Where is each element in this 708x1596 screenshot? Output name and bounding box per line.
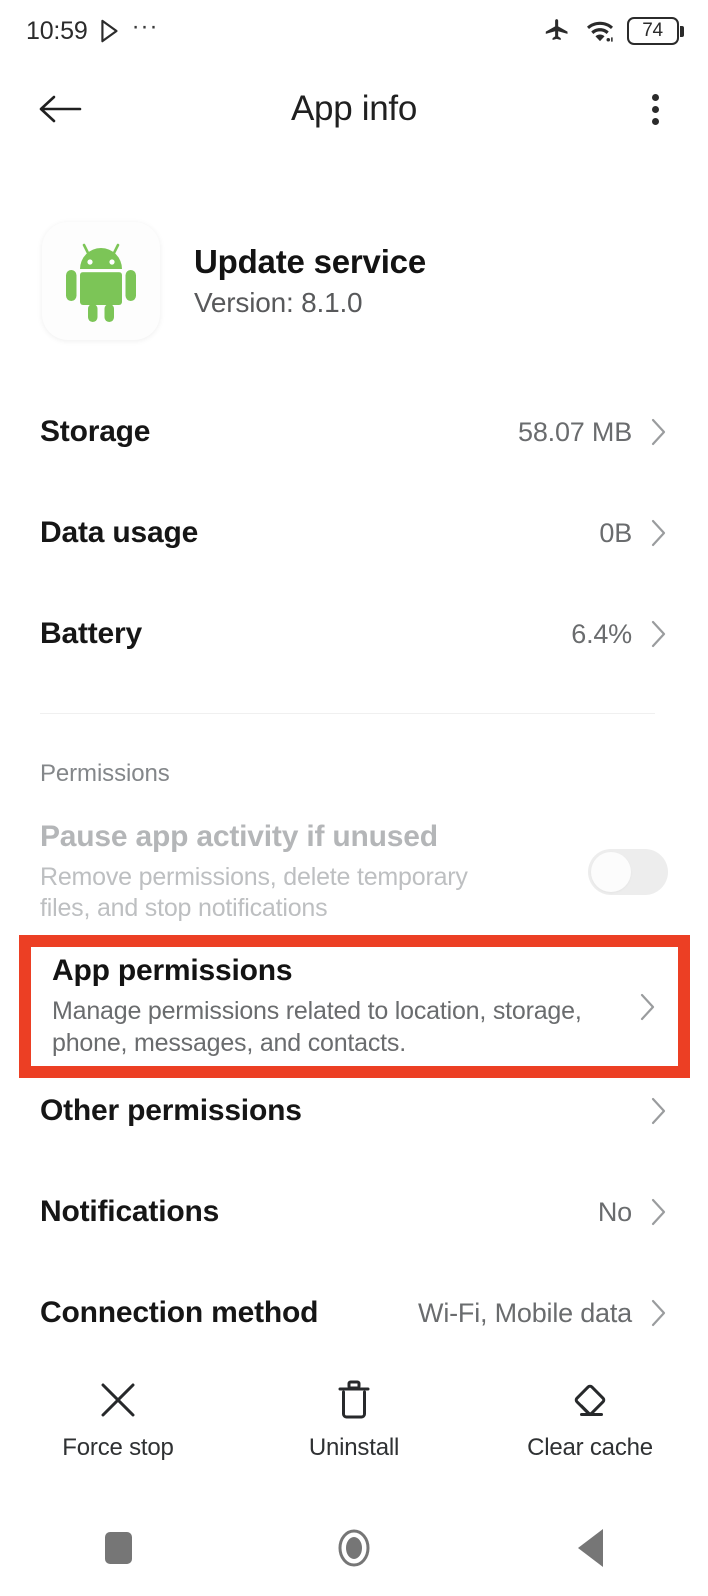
app-permissions-text: App permissions Manage permissions relat… <box>52 954 639 1059</box>
pause-app-activity-toggle[interactable] <box>588 849 668 895</box>
row-value: 58.07 MB <box>518 416 632 447</box>
row-value: Wi-Fi, Mobile data <box>418 1297 632 1328</box>
airplane-mode-icon <box>545 19 567 40</box>
back-arrow-icon <box>39 95 82 123</box>
row-pause-app-activity[interactable]: Pause app activity if unused Remove perm… <box>0 812 708 932</box>
back-button[interactable] <box>30 79 90 139</box>
status-bar-clock: 10:59 <box>26 16 88 45</box>
battery-level-text: 74 <box>642 20 663 41</box>
row-storage[interactable]: Storage 58.07 MB <box>0 404 708 460</box>
permissions-section-label: Permissions <box>40 760 170 787</box>
overflow-menu-button[interactable] <box>630 79 680 139</box>
square-icon <box>104 1532 132 1564</box>
row-title: Data usage <box>40 516 199 549</box>
section-divider <box>40 713 655 714</box>
chevron-right-icon <box>651 1198 666 1226</box>
app-permissions-title: App permissions <box>52 954 293 987</box>
trash-icon <box>338 1380 370 1419</box>
action-bar: Force stop Uninstall Clear cache <box>0 1378 708 1478</box>
notification-overflow-dots: ··· <box>131 13 159 40</box>
uninstall-button[interactable]: Uninstall <box>236 1378 472 1478</box>
nav-home-button[interactable] <box>236 1527 472 1569</box>
circle-icon <box>338 1529 370 1567</box>
chevron-right-icon <box>651 620 666 648</box>
app-permissions-subtitle: Manage permissions related to location, … <box>52 997 582 1057</box>
battery-tip <box>680 25 684 37</box>
row-app-permissions[interactable]: App permissions Manage permissions relat… <box>31 947 678 1066</box>
triangle-back-icon <box>577 1529 603 1567</box>
chevron-right-icon <box>651 418 666 446</box>
status-bar-right: 74 <box>541 17 684 45</box>
overflow-dot <box>651 117 659 125</box>
row-data-usage[interactable]: Data usage 0B <box>0 505 708 561</box>
page-title: App info <box>290 89 418 128</box>
battery-indicator: 74 <box>626 17 684 45</box>
android-robot-icon <box>66 243 136 322</box>
action-label: Clear cache <box>527 1434 653 1461</box>
app-name: Update service <box>194 243 426 280</box>
navigation-bar <box>0 1500 708 1596</box>
play-store-icon <box>100 19 118 43</box>
row-value: 0B <box>599 517 632 548</box>
app-permissions-highlight-box: App permissions Manage permissions relat… <box>19 935 690 1078</box>
chevron-right-icon <box>651 1097 666 1125</box>
overflow-dot <box>651 105 659 113</box>
row-value: No <box>597 1196 632 1227</box>
row-title: Connection method <box>40 1296 319 1329</box>
app-icon <box>42 222 160 340</box>
app-bar: App info <box>0 66 708 152</box>
status-bar-left: 10:59 ··· <box>26 13 159 46</box>
force-stop-button[interactable]: Force stop <box>0 1378 236 1478</box>
row-value: 6.4% <box>571 618 632 649</box>
row-other-permissions[interactable]: Other permissions <box>0 1083 708 1139</box>
toggle-knob <box>591 852 631 892</box>
wifi-icon <box>586 21 613 42</box>
close-x-icon <box>101 1383 135 1417</box>
overflow-dot <box>651 93 659 101</box>
nav-recents-button[interactable] <box>0 1532 236 1564</box>
chevron-right-icon <box>651 1299 666 1327</box>
clear-cache-button[interactable]: Clear cache <box>472 1378 708 1478</box>
pause-title: Pause app activity if unused <box>40 819 438 853</box>
row-title: Storage <box>40 415 151 448</box>
app-version: Version: 8.1.0 <box>194 287 363 318</box>
row-connection-method[interactable]: Connection method Wi-Fi, Mobile data <box>0 1285 708 1341</box>
row-title: Other permissions <box>40 1094 302 1127</box>
app-header: Update service Version: 8.1.0 <box>42 222 662 340</box>
row-title: Battery <box>40 617 142 650</box>
pause-text: Pause app activity if unused Remove perm… <box>40 820 588 925</box>
row-notifications[interactable]: Notifications No <box>0 1184 708 1240</box>
chevron-right-icon <box>651 519 666 547</box>
action-label: Uninstall <box>308 1434 400 1461</box>
app-meta: Update service Version: 8.1.0 <box>194 243 426 319</box>
pause-subtitle: Remove permissions, delete temporary fil… <box>40 862 468 923</box>
row-title: Notifications <box>40 1195 220 1228</box>
action-label: Force stop <box>62 1434 174 1461</box>
row-battery[interactable]: Battery 6.4% <box>0 606 708 662</box>
chevron-right-icon <box>640 993 655 1020</box>
eraser-icon <box>574 1384 606 1416</box>
nav-back-button[interactable] <box>472 1529 708 1567</box>
status-bar: 10:59 ··· 74 <box>0 0 708 62</box>
